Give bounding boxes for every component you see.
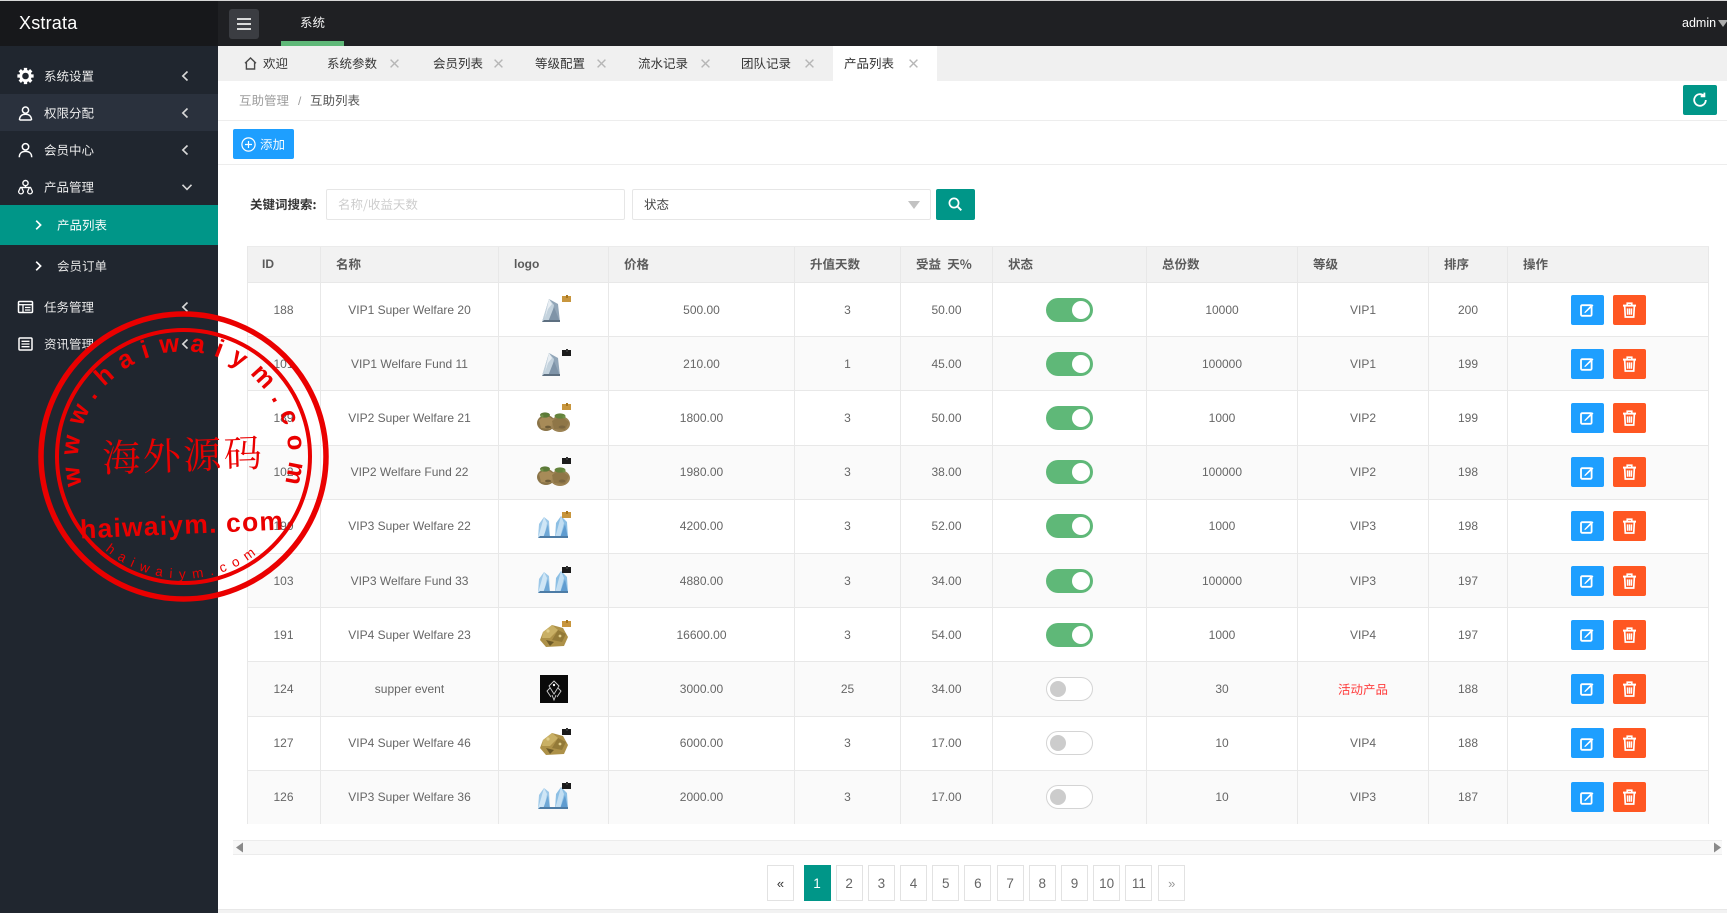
svg-text:www.haiwaiym.com: www.haiwaiym.com	[56, 329, 312, 497]
svg-text:haiwaiym.com: haiwaiym.com	[103, 541, 263, 582]
svg-text:haiwaiym. com: haiwaiym. com	[79, 506, 284, 545]
